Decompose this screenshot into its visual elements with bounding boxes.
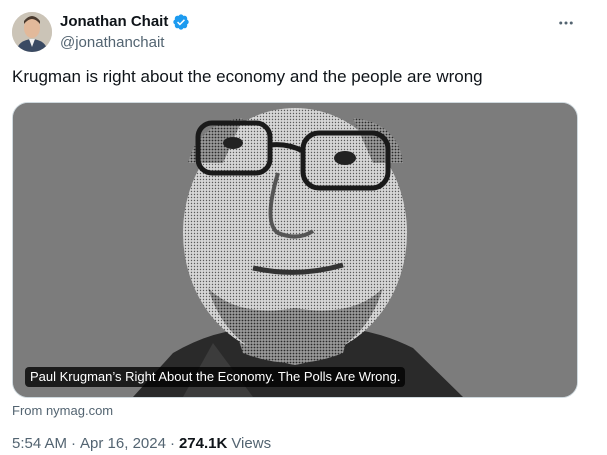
avatar[interactable]	[12, 12, 52, 52]
more-icon	[559, 21, 573, 25]
card-image	[13, 103, 577, 397]
author-name-row[interactable]: Jonathan Chait	[60, 13, 190, 31]
card-source[interactable]: From nymag.com	[12, 403, 113, 419]
views-count: 274.1K	[178, 435, 228, 452]
tweet-date[interactable]: Apr 16, 2024	[80, 435, 166, 453]
tweet-time[interactable]: 5:54 AM	[12, 435, 67, 453]
card-caption[interactable]: Paul Krugman’s Right About the Economy. …	[25, 367, 406, 387]
meta-separator: ·	[71, 435, 77, 452]
tweet-meta: 5:54 AM · Apr 16, 2024 · 274.1K Views	[12, 435, 271, 453]
tweet-text: Krugman is right about the economy and t…	[12, 67, 483, 86]
avatar-image	[12, 12, 52, 52]
author-handle[interactable]: @jonathanchait	[60, 34, 164, 52]
verified-badge-icon[interactable]	[172, 13, 190, 31]
link-card[interactable]: Paul Krugman’s Right About the Economy. …	[12, 102, 578, 398]
author-name[interactable]: Jonathan Chait	[60, 13, 168, 31]
more-options-button[interactable]	[555, 12, 577, 34]
meta-separator: ·	[169, 435, 175, 452]
views-label: Views	[231, 435, 272, 452]
